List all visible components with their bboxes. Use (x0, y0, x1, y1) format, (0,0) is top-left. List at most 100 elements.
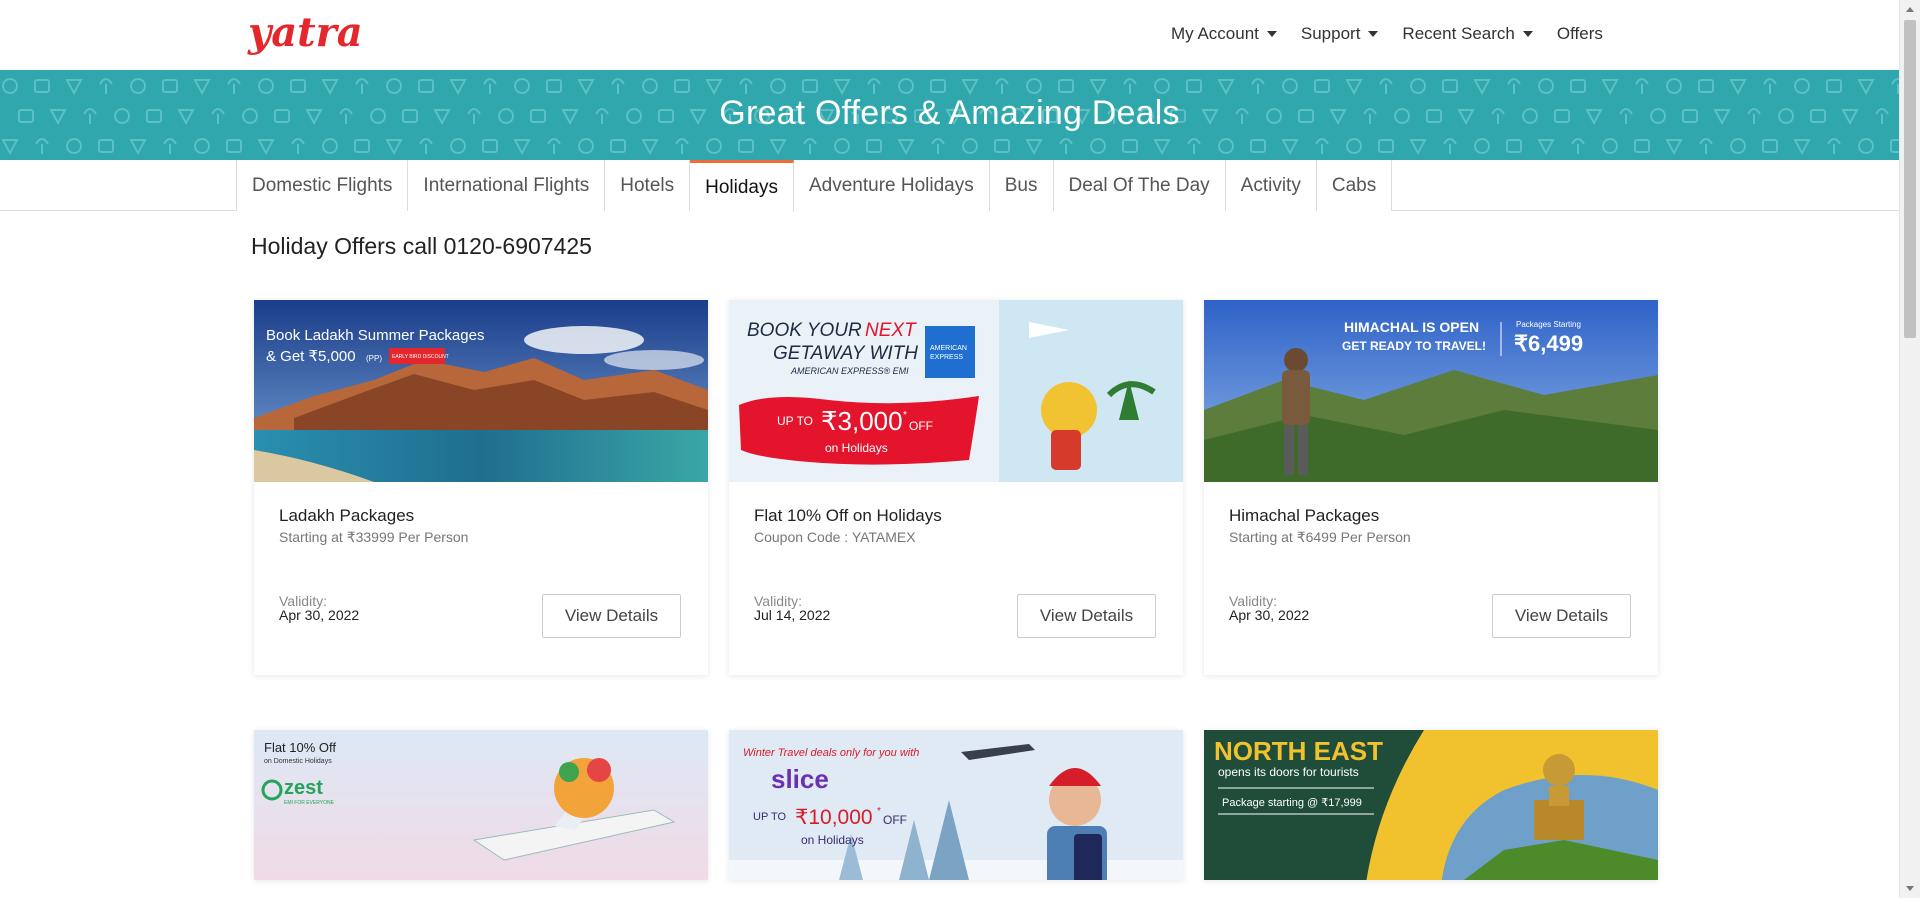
banner-doodle (34, 79, 50, 93)
banner-doodle (257, 139, 275, 156)
banner-doodle (1123, 78, 1137, 94)
scroll-down-icon[interactable] (1906, 886, 1914, 891)
banner-doodle (1154, 78, 1170, 94)
offer-image-ladakh[interactable]: Book Ladakh Summer Packages & Get ₹5,000… (254, 300, 708, 482)
image-text: NORTH EAST (1214, 736, 1383, 766)
banner-doodle (1058, 79, 1074, 93)
banner-doodle (1793, 139, 1811, 156)
banner-doodle (226, 139, 242, 153)
banner-doodle (1698, 79, 1714, 93)
yatra-logo[interactable]: yatra (246, 10, 366, 60)
banner-doodle (290, 79, 306, 93)
banner-doodle (1891, 78, 1899, 94)
banner-doodle (1, 139, 19, 156)
tab-activity[interactable]: Activity (1225, 160, 1317, 211)
banner-doodle (1314, 79, 1330, 93)
banner-doodle (385, 139, 403, 156)
offer-card: HIMACHAL IS OPEN GET READY TO TRAVEL! Pa… (1204, 300, 1658, 675)
image-text: AMERICAN EXPRESS® EMI (790, 366, 909, 376)
view-details-button[interactable]: View Details (1017, 594, 1156, 638)
banner-doodle (130, 78, 146, 94)
svg-text:yatra: yatra (247, 10, 363, 56)
banner-doodle (322, 138, 338, 154)
view-details-button[interactable]: View Details (542, 594, 681, 638)
offer-subtitle: Coupon Code : YATAMEX (754, 529, 916, 545)
scroll-up-icon[interactable] (1906, 7, 1914, 12)
offer-card: Winter Travel deals only for you with sl… (729, 730, 1183, 880)
banner-doodle (1379, 78, 1393, 94)
banner-doodle (355, 78, 369, 94)
banner-doodle (1665, 139, 1683, 156)
image-text: BOOK YOUR (747, 320, 862, 341)
banner-doodle (1187, 138, 1201, 154)
banner-doodle (99, 78, 113, 94)
banner-doodle (1281, 139, 1299, 156)
nav-offers[interactable]: Offers (1557, 24, 1603, 44)
banner-doodle (961, 79, 979, 96)
banner-doodle (546, 79, 562, 93)
section-title: Holiday Offers call 0120-6907425 (251, 233, 592, 259)
image-text: & Get ₹5,000 (266, 348, 356, 365)
banner-doodle (995, 78, 1009, 94)
banner-doodle (705, 79, 723, 96)
banner-doodle (1890, 139, 1899, 153)
tab-hotels[interactable]: Hotels (605, 160, 691, 211)
tab-deal-of-the-day[interactable]: Deal Of The Day (1053, 160, 1226, 211)
scrollbar-thumb[interactable] (1904, 20, 1916, 338)
image-text: UP TO (753, 811, 786, 823)
banner-doodle (706, 138, 722, 154)
offer-subtitle: Starting at ₹6499 Per Person (1229, 529, 1411, 545)
offer-title: Himachal Packages (1229, 506, 1380, 525)
image-text: GETAWAY WITH (773, 343, 918, 364)
image-text: OFF (883, 813, 907, 827)
banner-doodle (514, 78, 530, 94)
offer-image-slice[interactable]: Winter Travel deals only for you with sl… (729, 730, 1183, 880)
banner-doodle (194, 138, 210, 154)
banner-doodle (1699, 138, 1713, 154)
banner-doodle (1794, 78, 1810, 94)
banner-doodle (1218, 138, 1234, 154)
tab-cabs[interactable]: Cabs (1316, 160, 1393, 211)
image-text: EMI FOR EVERYONE (284, 800, 335, 806)
image-text: opens its doors for tourists (1218, 765, 1359, 779)
tab-domestic-flights[interactable]: Domestic Flights (237, 160, 409, 211)
offer-image-himachal[interactable]: HIMACHAL IS OPEN GET READY TO TRAVEL! Pa… (1204, 300, 1658, 482)
banner-doodle (898, 78, 914, 94)
tab-adventure-holidays[interactable]: Adventure Holidays (793, 160, 990, 211)
nav-recent-search[interactable]: Recent Search (1402, 24, 1533, 44)
banner-doodle (65, 79, 83, 96)
banner-doodle (1409, 139, 1427, 156)
banner-doodle (1315, 138, 1329, 154)
banner-doodle (1506, 139, 1522, 153)
banner-doodle (1090, 138, 1106, 154)
category-tabbar: Domestic Flights International Flights H… (0, 160, 1899, 212)
nav-my-account[interactable]: My Account (1171, 24, 1277, 44)
page-scrollbar[interactable] (1899, 0, 1920, 898)
offer-image-amex[interactable]: AMERICAN EXPRESS BOOK YOUR NEXT GETAWAY … (729, 300, 1183, 482)
validity-date: Apr 30, 2022 (279, 607, 360, 623)
banner-doodle (98, 139, 114, 153)
banner-doodle (1250, 139, 1266, 153)
offer-card: Flat 10% Off on Domestic Holidays zest E… (254, 730, 708, 880)
offer-image-north-east[interactable]: NORTH EAST opens its doors for tourists … (1204, 730, 1658, 880)
banner-doodle (291, 138, 305, 154)
tab-international-flights[interactable]: International Flights (408, 160, 606, 211)
banner-doodle (674, 79, 690, 93)
banner-doodle (1827, 138, 1841, 154)
banner-doodle (1378, 139, 1394, 153)
image-text: OFF (909, 419, 933, 433)
nav-support[interactable]: Support (1301, 24, 1379, 44)
banner-doodle (35, 138, 49, 154)
banner-doodle (1122, 139, 1138, 153)
banner-doodle (483, 78, 497, 94)
tab-holidays[interactable]: Holidays (690, 160, 794, 212)
banner-doodle (1251, 78, 1265, 94)
banner-doodle (1634, 139, 1650, 153)
tab-bus[interactable]: Bus (989, 160, 1054, 211)
banner-doodle (611, 78, 625, 94)
image-text: EARLY BIRD DISCOUNT (392, 354, 449, 360)
offer-image-zest[interactable]: Flat 10% Off on Domestic Holidays zest E… (254, 730, 708, 880)
offer-card: AMERICAN EXPRESS BOOK YOUR NEXT GETAWAY … (729, 300, 1183, 675)
view-details-button[interactable]: View Details (1492, 594, 1631, 638)
banner-doodle (834, 138, 850, 154)
